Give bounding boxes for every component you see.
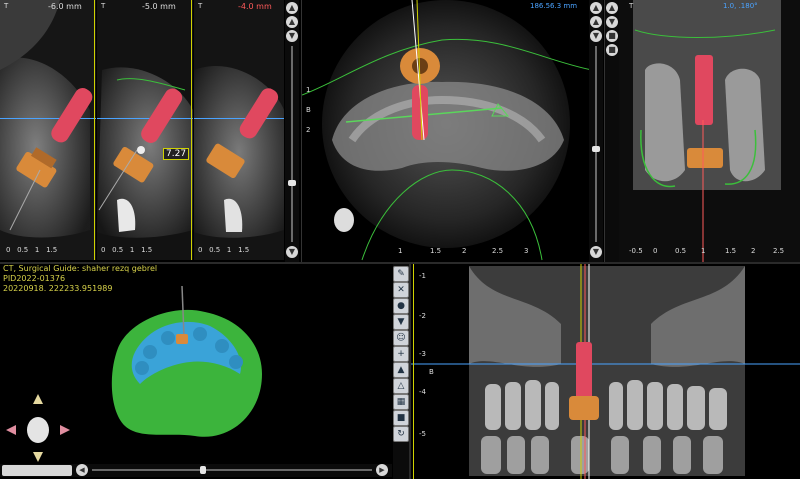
coronal-tick-1: -1	[419, 272, 426, 280]
tool-tooth-button[interactable]: ▼	[393, 314, 409, 330]
axial-ruler-2: 1.5	[430, 247, 442, 255]
panoramic-ruler-1: -0.5	[629, 247, 643, 255]
coronal-tick-3: -3	[419, 350, 426, 358]
panoramic-ruler-6: 2	[751, 247, 756, 255]
axial-ruler-1: 1	[398, 247, 403, 255]
cross-section-panel: T -6.0 mm 0 0.5 1 1.5 T -5.0 mm 7.27 0 0…	[0, 0, 300, 262]
coronal-view-panel[interactable]: -1 -2 -3 B -4 -5	[411, 264, 800, 479]
slice-2-label: -5.0 mm	[142, 2, 176, 11]
axial-ruler-4: 2.5	[492, 247, 504, 255]
pano-tool-3-button[interactable]: ■	[606, 30, 618, 42]
tool-grid-button[interactable]: ▦	[393, 394, 409, 410]
slice-3-label: -4.0 mm	[238, 2, 272, 11]
axial-scroll-thumb[interactable]	[592, 146, 600, 152]
coronal-tick-5: -5	[419, 430, 426, 438]
axial-coordinate: 186.56.3 mm	[530, 2, 578, 10]
axial-scrollbar[interactable]: ▲ ▲ ▼ ▼	[589, 0, 603, 262]
coronal-tick-4: -4	[419, 388, 426, 396]
slice-1-orientation: T	[4, 2, 9, 10]
axial-ruler-3: 2	[462, 247, 467, 255]
slice-1-image	[0, 0, 96, 260]
scroll-right-button[interactable]: ▶	[376, 464, 388, 476]
coronal-tick-2: -2	[419, 312, 426, 320]
tool-a-button[interactable]: ▲	[286, 16, 298, 28]
tool-cross-button[interactable]: +	[393, 346, 409, 362]
axial-tick-1: 1	[306, 86, 311, 94]
slice-3-orientation: T	[198, 2, 203, 10]
panoramic-ruler-3: 0.5	[675, 247, 687, 255]
cross-section-slice-3[interactable]: T -4.0 mm 0 0.5 1 1.5	[194, 0, 284, 260]
cross-section-scrollbar[interactable]: ▲ ▲ ▼ ▼	[285, 0, 299, 262]
axial-image	[302, 0, 593, 261]
scroll-field[interactable]	[2, 465, 72, 476]
axial-scroll-track[interactable]	[595, 46, 597, 242]
cross-section-slice-2[interactable]: T -5.0 mm 7.27 0 0.5 1 1.5	[97, 0, 193, 260]
scroll-thumb[interactable]	[288, 180, 296, 186]
tool-refresh-button[interactable]: ↻	[393, 426, 409, 442]
axial-tick-2: 2	[306, 126, 311, 134]
panoramic-ruler-7: 2.5	[773, 247, 785, 255]
scroll-left-button[interactable]: ◀	[76, 464, 88, 476]
slice-2-ruler: 0 0.5 1 1.5	[101, 246, 153, 254]
horizontal-scrollbar[interactable]: ◀ ▶	[0, 464, 392, 477]
axial-tick-b: B	[306, 106, 311, 114]
tool-x-button[interactable]: ✕	[393, 282, 409, 298]
panoramic-slice-panel[interactable]: T 1.0, .180° -0.5 0 0.5 1 1.5 2 2.5 ▲ ▼ …	[604, 0, 800, 262]
scroll-track[interactable]	[291, 46, 293, 242]
slice-3-image	[194, 0, 284, 260]
scroll-up-button[interactable]: ▲	[286, 2, 298, 14]
panoramic-slice-image	[605, 0, 800, 262]
tool-sphere-button[interactable]: ●	[393, 298, 409, 314]
tool-knife-button[interactable]: ✎	[393, 266, 409, 282]
axial-scroll-down-button[interactable]: ▼	[590, 246, 602, 258]
axial-ruler-5: 3	[524, 247, 529, 255]
h-scroll-track[interactable]	[92, 469, 372, 471]
pano-tool-1-button[interactable]: ▲	[606, 2, 618, 14]
coronal-tick-b: B	[429, 368, 434, 376]
slice-3-ruler: 0 0.5 1 1.5	[198, 246, 250, 254]
panoramic-label: 1.0, .180°	[723, 2, 758, 10]
panoramic-orientation: T	[629, 2, 634, 10]
slice-1-ruler: 0 0.5 1 1.5	[6, 246, 58, 254]
slice-2-image	[97, 0, 193, 260]
tool-blue-button[interactable]: ■	[393, 410, 409, 426]
tool-triangle-2-button[interactable]: △	[393, 378, 409, 394]
3d-model-panel[interactable]: CT, Surgical Guide: shaher rezq gebrel P…	[0, 264, 392, 479]
tool-b-button[interactable]: ▼	[286, 30, 298, 42]
panoramic-ruler-5: 1.5	[725, 247, 737, 255]
tool-face-button[interactable]: ☺	[393, 330, 409, 346]
measurement-label[interactable]: 7.27	[163, 148, 190, 160]
tool-palette: ✎ ✕ ● ▼ ☺ + ▲ △ ▦ ■ ↻	[393, 264, 409, 479]
axial-tool-button[interactable]: ▲	[590, 16, 602, 28]
slice-2-orientation: T	[101, 2, 106, 10]
3d-model-render	[6, 285, 262, 462]
axial-view-panel[interactable]: 186.56.3 mm 1 B 2 1 1.5 2 2.5 3 ▲ ▲ ▼ ▼	[301, 0, 604, 262]
axial-scroll-up-button[interactable]: ▲	[590, 2, 602, 14]
panoramic-toolbar[interactable]: ▲ ▼ ■ ■	[605, 0, 619, 262]
scroll-down-button[interactable]: ▼	[286, 246, 298, 258]
cross-section-slice-1[interactable]: T -6.0 mm 0 0.5 1 1.5	[0, 0, 96, 260]
panoramic-ruler-2: 0	[653, 247, 658, 255]
panoramic-ruler-4: 1	[701, 247, 706, 255]
pano-tool-4-button[interactable]: ■	[606, 44, 618, 56]
tool-triangle-button[interactable]: ▲	[393, 362, 409, 378]
slice-1-label: -6.0 mm	[48, 2, 82, 11]
pano-tool-2-button[interactable]: ▼	[606, 16, 618, 28]
coronal-image	[411, 264, 800, 479]
axial-tool-button-2[interactable]: ▼	[590, 30, 602, 42]
h-scroll-thumb[interactable]	[200, 466, 206, 474]
